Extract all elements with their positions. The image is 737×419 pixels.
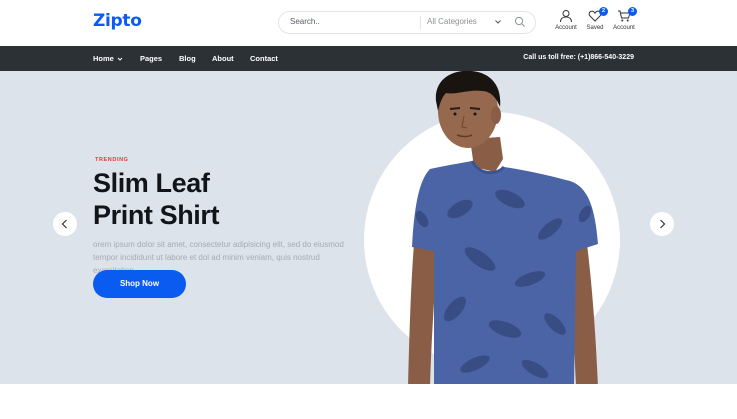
cart-badge: 3	[628, 7, 637, 16]
hero-title: Slim Leaf Print Shirt	[93, 167, 220, 231]
nav-item-contact[interactable]: Contact	[250, 54, 278, 63]
cart-button[interactable]: 3 Account	[609, 7, 639, 35]
user-icon	[560, 10, 572, 23]
search-divider	[420, 16, 421, 30]
logo[interactable]: Zipto	[93, 11, 142, 31]
call-text: Call us toll free: (+1)866-540-3229	[523, 54, 634, 61]
prev-slide-button[interactable]	[53, 212, 77, 236]
nav-item-blog[interactable]: Blog	[179, 54, 196, 63]
saved-label: Saved	[586, 25, 604, 31]
model-image	[408, 71, 598, 384]
saved-badge: 2	[599, 7, 608, 16]
saved-button[interactable]: 2 Saved	[580, 7, 610, 35]
chevron-left-icon	[61, 219, 67, 229]
nav-item-about[interactable]: About	[212, 54, 234, 63]
hero-title-line1: Slim Leaf	[93, 168, 210, 198]
search-bar: Search.. All Categories	[278, 11, 536, 34]
search-input[interactable]: Search..	[290, 17, 320, 26]
hero-tag: TRENDING	[95, 157, 129, 163]
site-header: Zipto Search.. All Categories Account 2 …	[0, 0, 737, 46]
chevron-down-icon	[117, 57, 123, 61]
main-nav: Home Pages Blog About Contact Call us to…	[0, 46, 737, 71]
account-button[interactable]: Account	[551, 9, 581, 35]
hero-title-line2: Print Shirt	[93, 200, 220, 230]
category-select[interactable]: All Categories	[427, 17, 477, 26]
account-label: Account	[555, 25, 577, 31]
search-icon[interactable]	[514, 16, 526, 28]
chevron-right-icon	[660, 219, 666, 229]
nav-item-home[interactable]: Home	[93, 54, 123, 63]
nav-item-label: Home	[93, 54, 114, 63]
cart-label: Account	[613, 25, 635, 31]
nav-item-pages[interactable]: Pages	[140, 54, 162, 63]
next-slide-button[interactable]	[650, 212, 674, 236]
shop-now-button[interactable]: Shop Now	[93, 270, 186, 298]
chevron-down-icon[interactable]	[494, 18, 502, 26]
hero-slider: TRENDING Slim Leaf Print Shirt orem ipsu…	[0, 71, 737, 384]
